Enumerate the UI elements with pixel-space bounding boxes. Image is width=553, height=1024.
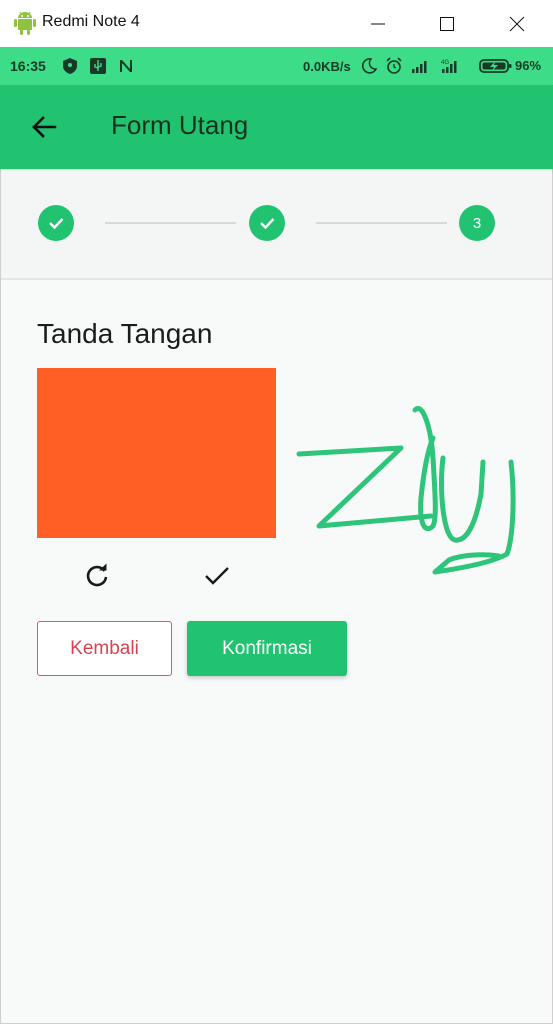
check-icon xyxy=(49,218,64,230)
signal-icon xyxy=(412,61,427,73)
battery-charging-icon xyxy=(479,59,512,73)
app-bar: Form Utang xyxy=(0,85,553,169)
battery-percentage: 96% xyxy=(515,58,542,73)
status-bar: 16:35 0.0KB/s 4G 96% xyxy=(0,47,553,85)
check-icon xyxy=(205,567,229,585)
step-3-active: 3 xyxy=(459,205,495,241)
signature-pad[interactable] xyxy=(37,368,276,538)
shield-icon xyxy=(63,58,77,74)
status-time: 16:35 xyxy=(10,58,46,74)
android-icon xyxy=(14,11,36,35)
arrow-left-icon[interactable] xyxy=(28,111,60,143)
close-icon xyxy=(509,16,525,31)
maximize-button[interactable] xyxy=(412,0,482,47)
page-title: Form Utang xyxy=(111,110,249,140)
refresh-icon xyxy=(86,563,108,587)
reset-signature-button[interactable] xyxy=(82,561,112,591)
svg-text:4G: 4G xyxy=(441,60,449,66)
alarm-icon xyxy=(386,57,402,74)
signal-4g-icon: 4G xyxy=(441,60,457,73)
save-signature-button[interactable] xyxy=(202,561,232,591)
confirm-button[interactable]: Konfirmasi xyxy=(187,621,347,676)
window-title: Redmi Note 4 xyxy=(42,13,140,30)
maximize-icon xyxy=(440,16,454,31)
form-stepper: 3 xyxy=(1,170,552,280)
step-connector xyxy=(316,222,447,224)
window-titlebar: Redmi Note 4 xyxy=(0,0,553,47)
signature-drawing xyxy=(296,406,516,575)
step-connector xyxy=(105,222,236,224)
minimize-icon xyxy=(371,23,385,24)
check-icon xyxy=(260,218,275,230)
section-title: Tanda Tangan xyxy=(37,318,213,349)
status-net-speed: 0.0KB/s xyxy=(303,59,351,74)
minimize-button[interactable] xyxy=(343,0,413,47)
step-2-completed xyxy=(249,205,285,241)
step-number: 3 xyxy=(472,214,482,232)
moon-icon xyxy=(361,58,378,74)
n-icon xyxy=(120,60,132,72)
close-button[interactable] xyxy=(482,0,552,47)
step-1-completed xyxy=(38,205,74,241)
usb-icon xyxy=(90,58,106,74)
back-button[interactable]: Kembali xyxy=(37,621,172,676)
